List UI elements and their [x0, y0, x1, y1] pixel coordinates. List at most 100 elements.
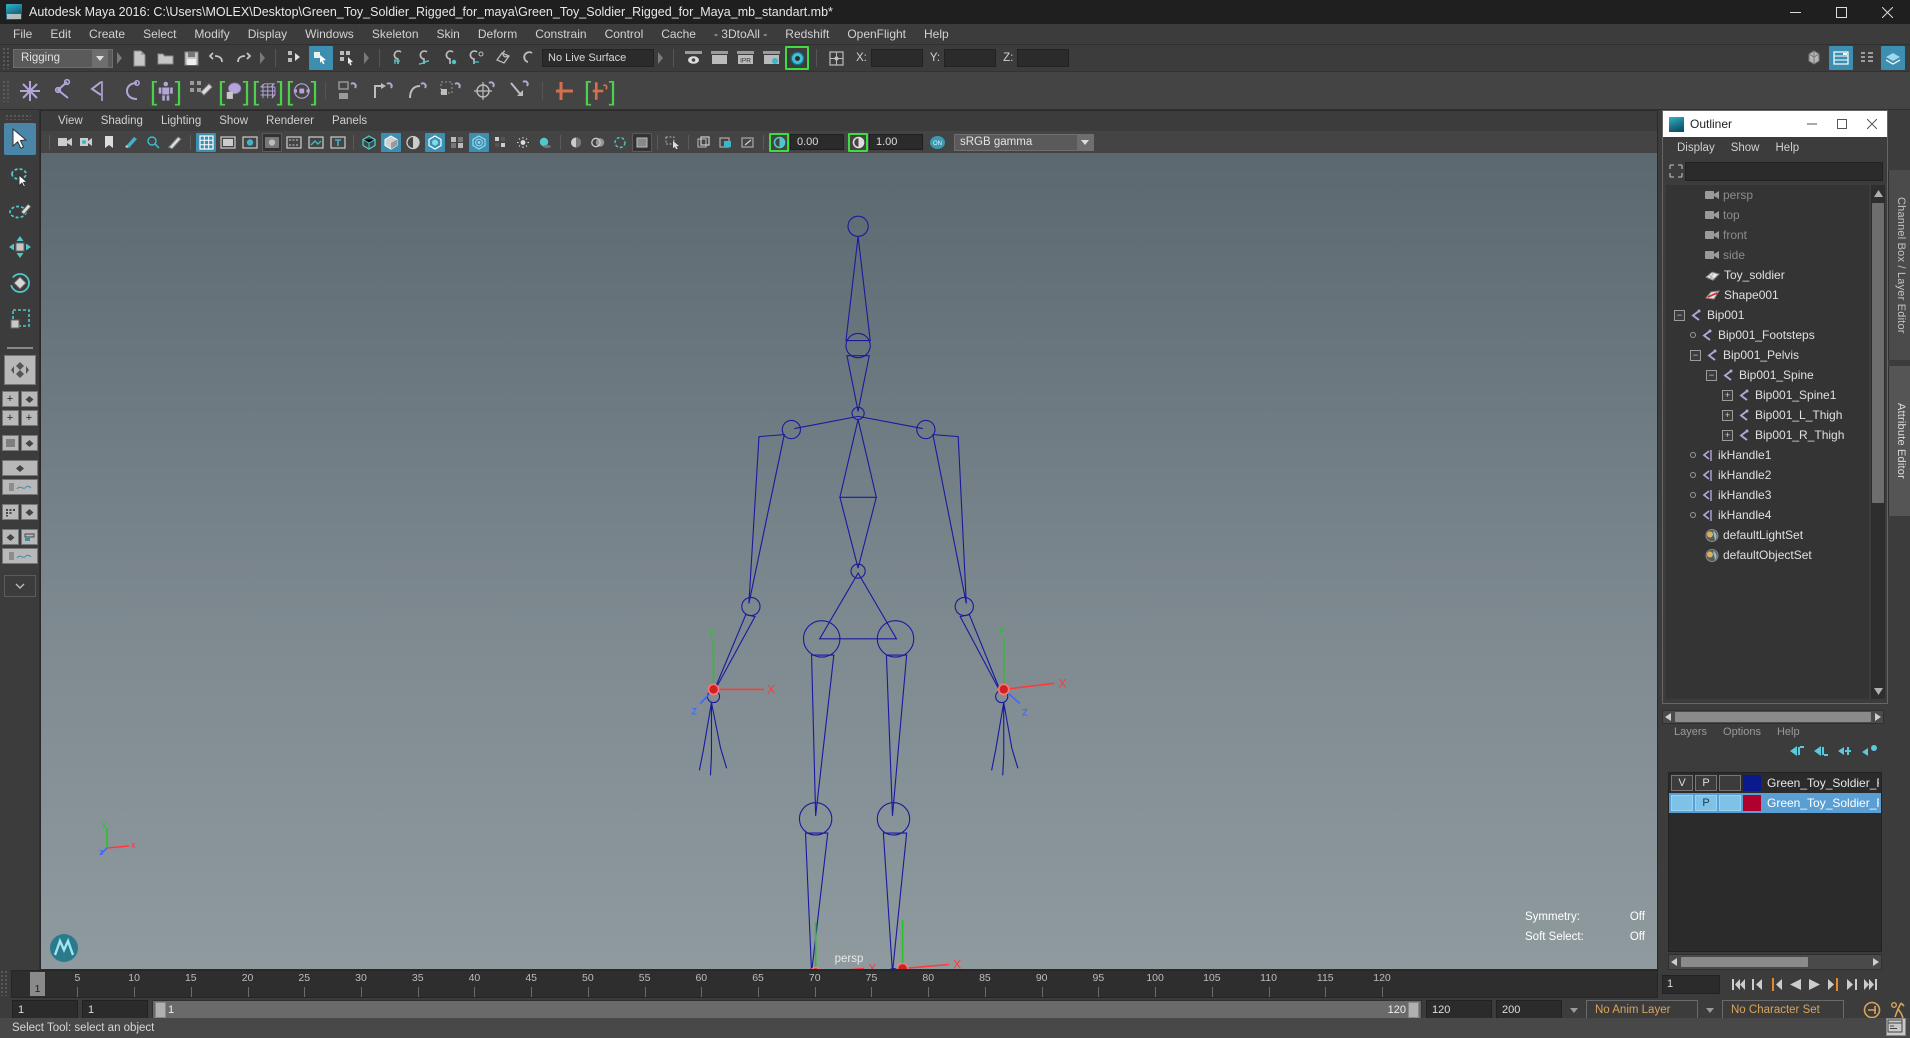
show-attribute-editor-button[interactable]	[1829, 46, 1853, 70]
input-output-connections-button[interactable]	[824, 46, 848, 70]
play-backwards-button[interactable]	[1786, 974, 1804, 994]
panel-tear-off-icon[interactable]	[716, 133, 736, 152]
lattice-deformer-button[interactable]: [ ]	[252, 75, 284, 107]
layer-visibility-toggle[interactable]	[1671, 795, 1693, 811]
expand-toggle[interactable]: +	[1722, 429, 1733, 441]
viewport-menu-panels[interactable]: Panels	[323, 114, 376, 128]
gate-mask-icon[interactable]	[262, 132, 282, 152]
color-management-toggle-icon[interactable]: ON	[927, 133, 947, 152]
quick-layout-outliner-button[interactable]	[20, 391, 38, 407]
ik-spline-handle-button[interactable]	[82, 75, 114, 107]
outliner-item-ikhandle1[interactable]: ikHandle1	[1666, 445, 1869, 465]
auto-keyframe-toggle-icon[interactable]	[1862, 1000, 1884, 1020]
anti-alias-icon[interactable]	[610, 133, 630, 152]
outliner-item-ikhandle3[interactable]: ikHandle3	[1666, 485, 1869, 505]
outliner-scroll-thumb[interactable]	[1872, 203, 1884, 503]
point-constraint-button[interactable]	[367, 75, 399, 107]
ipr-render-button[interactable]: IPR	[733, 46, 757, 70]
paint-select-tool[interactable]	[4, 195, 36, 227]
layer-list[interactable]: VP Green_Toy_Soldier_Rigged_bo P Green_Toy_…	[1668, 772, 1882, 952]
snap-to-projected-center-button[interactable]	[465, 46, 489, 70]
viewport-menu-renderer[interactable]: Renderer	[257, 114, 323, 128]
menu-deform[interactable]: Deform	[469, 25, 526, 43]
animation-preferences-icon[interactable]	[1888, 1000, 1910, 1020]
bind-skin-button[interactable]: [ ]	[150, 75, 182, 107]
exposure-toggle-icon[interactable]	[769, 132, 789, 152]
outliner-menu-display[interactable]: Display	[1669, 141, 1723, 155]
film-gate-icon[interactable]	[218, 133, 238, 152]
layer-menu-options[interactable]: Options	[1715, 726, 1769, 738]
menu-constrain[interactable]: Constrain	[526, 25, 595, 43]
go-to-start-button[interactable]	[1729, 974, 1747, 994]
scale-constraint-button[interactable]	[435, 75, 467, 107]
outliner-item-bip001[interactable]: − Bip001	[1666, 305, 1869, 325]
toolbar-collapse-arrow-4[interactable]	[656, 48, 665, 68]
lighting-display-icon[interactable]	[513, 133, 533, 152]
undo-button[interactable]	[205, 46, 229, 70]
animation-start-time-field[interactable]: 1	[12, 1000, 78, 1020]
outliner-item-bip001_pelvis[interactable]: − Bip001_Pelvis	[1666, 345, 1869, 365]
outliner-maximize-button[interactable]	[1827, 111, 1857, 137]
menu-cache[interactable]: Cache	[652, 25, 705, 43]
quick-layout-outliner-list-button[interactable]	[1, 435, 19, 451]
quick-layout-more-button[interactable]	[3, 575, 36, 597]
scale-tool[interactable]	[4, 303, 36, 335]
script-editor-button[interactable]	[1886, 1018, 1906, 1036]
layer-display-type-toggle[interactable]	[1719, 795, 1741, 811]
coord-z-input[interactable]	[1017, 49, 1070, 67]
aim-constraint-button[interactable]	[469, 75, 501, 107]
scroll-up-arrow-icon[interactable]	[1871, 185, 1885, 201]
make-live-button[interactable]	[517, 46, 541, 70]
layer-menu-help[interactable]: Help	[1769, 726, 1808, 738]
go-to-end-button[interactable]	[1862, 974, 1880, 994]
scroll-down-arrow-icon[interactable]	[1871, 683, 1885, 699]
live-surface-field[interactable]: No Live Surface	[542, 49, 654, 67]
animation-end-time-field[interactable]: 200	[1496, 1000, 1562, 1020]
step-back-keyframe-button[interactable]	[1748, 974, 1766, 994]
expand-toggle[interactable]: +	[1722, 409, 1733, 421]
menu-openflight[interactable]: OpenFlight	[838, 25, 915, 43]
parent-constraint-button[interactable]	[333, 75, 365, 107]
snap-to-point-button[interactable]	[439, 46, 463, 70]
anim-layer-selector[interactable]: No Anim Layer	[1586, 1000, 1698, 1020]
outliner-item-defaultobjectset[interactable]: defaultObjectSet	[1666, 545, 1869, 565]
outliner-item-defaultlightset[interactable]: defaultLightSet	[1666, 525, 1869, 545]
outliner-item-ikhandle4[interactable]: ikHandle4	[1666, 505, 1869, 525]
outliner-item-top[interactable]: top	[1666, 205, 1869, 225]
quick-layout-outliner-persp-button[interactable]	[20, 529, 38, 545]
layer-row[interactable]: VP Green_Toy_Soldier_Rigged_bo	[1669, 773, 1881, 793]
outliner-close-button[interactable]	[1857, 111, 1887, 137]
show-channel-box-button[interactable]	[1881, 46, 1905, 70]
menu-create[interactable]: Create	[80, 25, 134, 43]
rotate-tool[interactable]	[4, 267, 36, 299]
gamma-toggle-icon[interactable]	[848, 132, 868, 152]
menu-redshift[interactable]: Redshift	[776, 25, 838, 43]
outliner-item-toy_soldier[interactable]: Toy_soldier	[1666, 265, 1869, 285]
range-right-handle[interactable]	[1408, 1002, 1419, 1018]
quick-layout-hypershade-button[interactable]	[1, 504, 19, 520]
grease-pencil-icon[interactable]	[165, 133, 185, 152]
insert-joint-tool-button[interactable]	[116, 75, 148, 107]
toolbar-collapse-arrow-2[interactable]	[258, 48, 267, 68]
panel-copy-icon[interactable]	[694, 133, 714, 152]
shadows-icon[interactable]	[535, 133, 555, 152]
outliner-item-front[interactable]: front	[1666, 225, 1869, 245]
show-tool-settings-button[interactable]	[1855, 46, 1879, 70]
open-scene-button[interactable]	[153, 46, 177, 70]
quick-layout-persp-2-button[interactable]	[20, 435, 38, 451]
time-slider-track[interactable]: 1 5 10 15 20 25 30 35 40 45 50 55 60 65 70 75 80 85 90 95 1…	[11, 970, 1658, 998]
outliner-item-persp[interactable]: persp	[1666, 185, 1869, 205]
maximize-button[interactable]	[1818, 0, 1864, 24]
quick-layout-persp-3-button[interactable]	[20, 504, 38, 520]
screen-space-ao-icon[interactable]	[566, 133, 586, 152]
paint-skin-weights-button[interactable]	[184, 75, 216, 107]
menu-3dtoall[interactable]: - 3DtoAll -	[705, 25, 776, 43]
outliner-tree[interactable]: persp top front side Toy_soldier Shape001− Bip…	[1666, 185, 1869, 699]
save-scene-button[interactable]	[179, 46, 203, 70]
menu-control[interactable]: Control	[596, 25, 653, 43]
color-space-selector[interactable]: sRGB gamma	[954, 133, 1094, 151]
render-sequence-button[interactable]	[707, 46, 731, 70]
render-view-button[interactable]	[681, 46, 705, 70]
playback-start-time-field[interactable]: 1	[82, 1000, 148, 1020]
snap-to-curve-button[interactable]	[413, 46, 437, 70]
